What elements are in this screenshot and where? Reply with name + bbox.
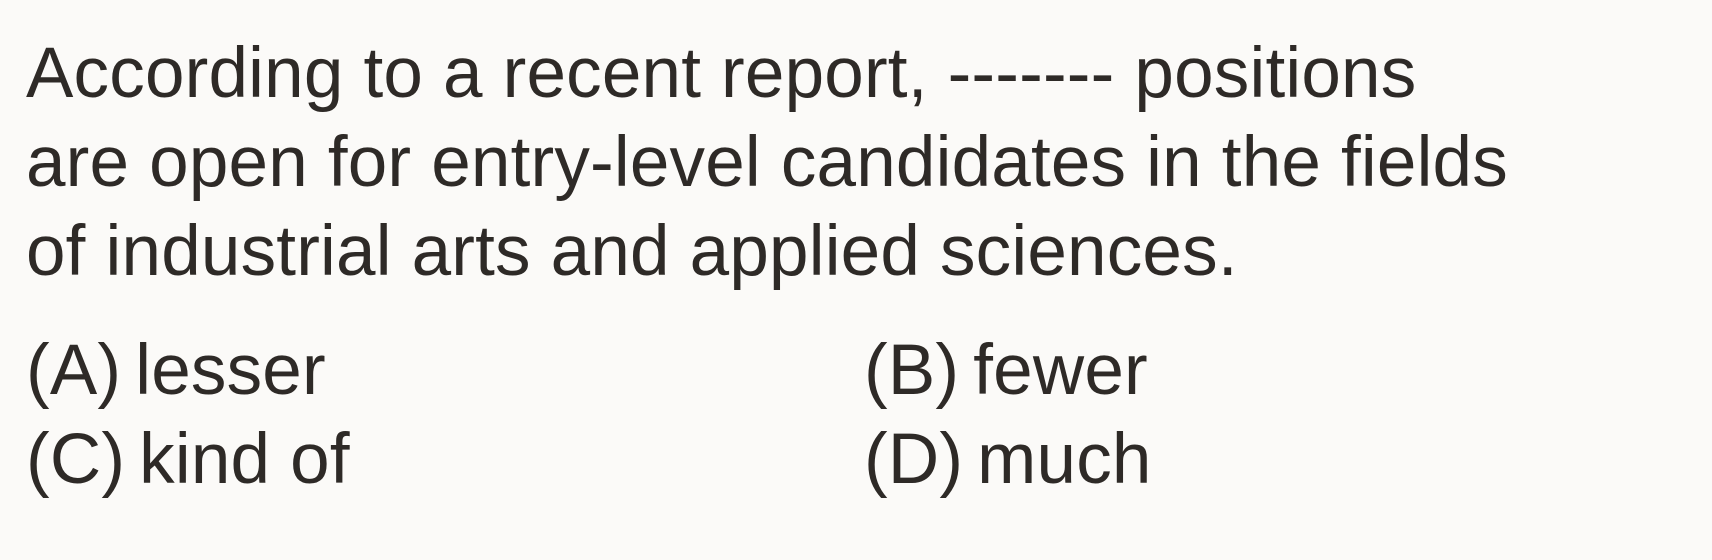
answer-options: (A) lesser (B) fewer (C) kind of (D) much [26,335,1686,515]
option-a-text: lesser [135,331,326,410]
question-card: According to a recent report, ------- po… [0,0,1712,560]
question-line: of industrial arts and applied sciences. [26,212,1238,291]
option-c[interactable]: (C) kind of [26,424,350,495]
option-d[interactable]: (D) much [864,424,1152,495]
option-b-letter: (B) [864,331,960,410]
option-d-text: much [977,420,1152,499]
option-c-letter: (C) [26,420,126,499]
option-d-letter: (D) [864,420,964,499]
option-a[interactable]: (A) lesser [26,335,326,406]
option-c-text: kind of [139,420,350,499]
option-b-text: fewer [973,331,1148,410]
question-line: are open for entry-level candidates in t… [26,123,1508,202]
question-line: According to a recent report, ------- po… [26,34,1417,113]
option-b[interactable]: (B) fewer [864,335,1148,406]
option-a-letter: (A) [26,331,122,410]
